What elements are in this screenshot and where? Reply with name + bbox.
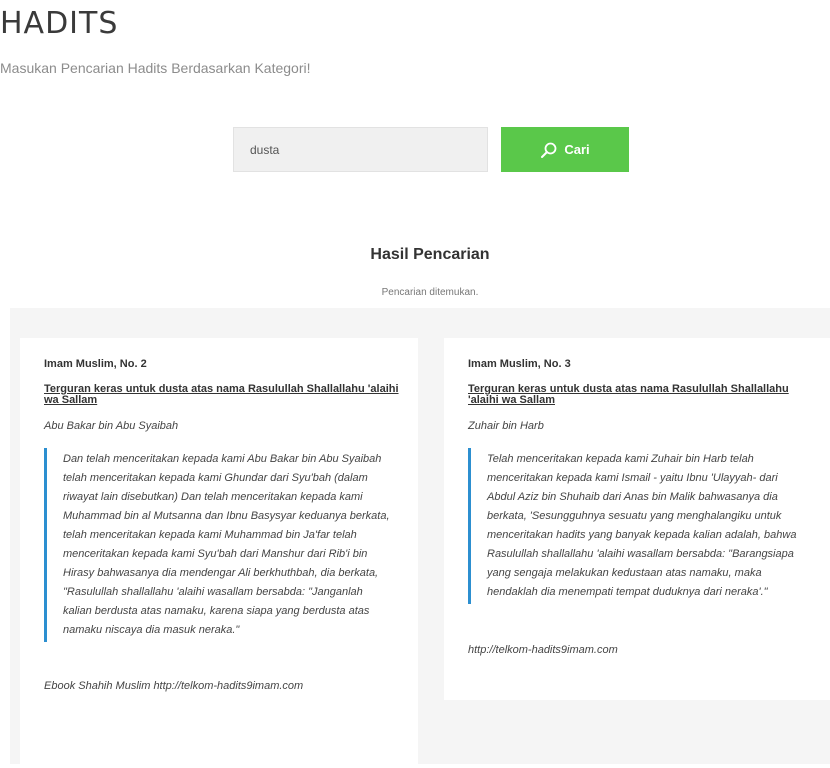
- results-status: Pencarian ditemukan.: [381, 287, 479, 298]
- hadith-card: Imam Muslim, No. 3 Terguran keras untuk …: [444, 338, 830, 700]
- hadith-narrator: Zuhair bin Harb: [468, 420, 544, 432]
- hadith-topic: Terguran keras untuk dusta atas nama Ras…: [468, 383, 789, 406]
- hadith-source: Ebook Shahih Muslim http://telkom-hadits…: [44, 680, 304, 692]
- hadith-source: http://telkom-hadits9imam.com: [468, 644, 618, 656]
- search-button-label: Cari: [564, 142, 590, 157]
- hadith-number: Imam Muslim, No. 2: [44, 358, 147, 370]
- page-subtitle: Masukan Pencarian Hadits Berdasarkan Kat…: [0, 60, 311, 76]
- hadith-number: Imam Muslim, No. 3: [468, 358, 571, 370]
- page-title: HADITS: [0, 6, 119, 41]
- hadith-text: Dan telah menceritakan kepada kami Abu B…: [44, 448, 400, 642]
- search-icon: [540, 141, 558, 159]
- hadith-text: Telah menceritakan kepada kami Zuhair bi…: [468, 448, 814, 604]
- hadith-narrator: Abu Bakar bin Abu Syaibah: [44, 420, 179, 432]
- hadith-card: Imam Muslim, No. 2 Terguran keras untuk …: [20, 338, 418, 768]
- results-title: Hasil Pencarian: [370, 246, 490, 263]
- hadith-topic: Terguran keras untuk dusta atas nama Ras…: [44, 383, 399, 406]
- search-button[interactable]: Cari: [501, 127, 629, 172]
- results-area: Imam Muslim, No. 2 Terguran keras untuk …: [10, 308, 830, 768]
- search-input[interactable]: [233, 127, 488, 172]
